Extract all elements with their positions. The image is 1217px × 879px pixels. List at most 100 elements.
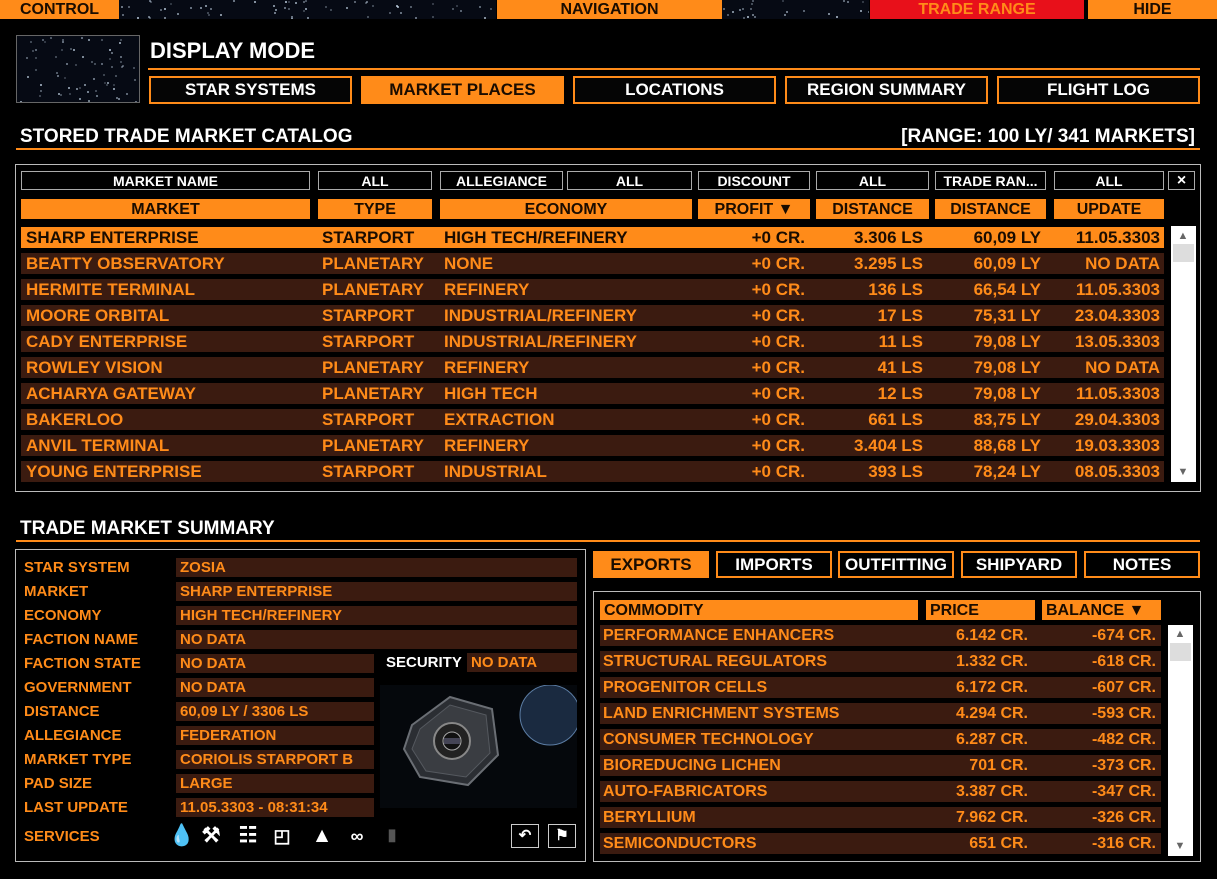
star-dot — [836, 16, 838, 18]
trade-range-tab[interactable]: TRADE RANGE — [870, 0, 1084, 19]
region-summary-button[interactable]: REGION SUMMARY — [785, 76, 988, 104]
commodity-name: LAND ENRICHMENT SYSTEMS — [603, 705, 840, 722]
table-row[interactable]: BAKERLOO STARPORT EXTRACTION +0 CR. 661 LS 83… — [21, 409, 1164, 430]
tab-exports[interactable]: EXPORTS — [593, 551, 709, 578]
star-dot — [365, 2, 367, 4]
market-places-button[interactable]: MARKET PLACES — [361, 76, 564, 104]
column-market[interactable]: MARKET — [21, 199, 310, 219]
cell-dist-ls: 3.306 LS — [854, 228, 923, 247]
header-starfield — [119, 0, 496, 19]
star-dot — [20, 101, 22, 102]
commodity-balance: -593 CR. — [1091, 705, 1156, 722]
column-update[interactable]: UPDATE — [1054, 199, 1164, 219]
column-economy[interactable]: ECONOMY — [440, 199, 692, 219]
bookmark-icon[interactable]: ⚑ — [548, 824, 576, 848]
tab-notes[interactable]: NOTES — [1084, 551, 1200, 578]
discount-filter-label[interactable]: DISCOUNT — [698, 171, 810, 190]
field-label: STAR SYSTEM — [24, 559, 130, 576]
star-dot — [847, 1, 849, 3]
commodity-row[interactable]: SEMICONDUCTORS 651 CR. -316 CR. — [600, 833, 1161, 854]
star-dot — [354, 1, 356, 3]
commodity-row[interactable]: STRUCTURAL REGULATORS 1.332 CR. -618 CR. — [600, 651, 1161, 672]
star-dot — [82, 56, 84, 58]
table-row[interactable]: ANVIL TERMINAL PLANETARY REFINERY +0 CR. 3.4… — [21, 435, 1164, 456]
star-dot — [79, 98, 81, 100]
flight-log-button[interactable]: FLIGHT LOG — [997, 76, 1200, 104]
table-row[interactable]: MOORE ORBITAL STARPORT INDUSTRIAL/REFINERY… — [21, 305, 1164, 326]
star-dot — [432, 3, 434, 5]
cell-market: ANVIL TERMINAL — [26, 436, 170, 455]
discount-filter[interactable]: ALL — [816, 171, 929, 190]
scroll-up-icon[interactable]: ▲ — [1170, 628, 1190, 640]
star-dot — [828, 13, 830, 15]
commodity-name: AUTO-FABRICATORS — [603, 783, 768, 800]
cell-dist-ly: 75,31 LY — [973, 306, 1041, 325]
star-dot — [73, 49, 75, 51]
star-dot — [128, 6, 130, 8]
table-row[interactable]: YOUNG ENTERPRISE STARPORT INDUSTRIAL +0 CR.… — [21, 461, 1164, 482]
scroll-down-icon[interactable]: ▼ — [1170, 840, 1190, 852]
commodity-row[interactable]: AUTO-FABRICATORS 3.387 CR. -347 CR. — [600, 781, 1161, 802]
star-dot — [68, 87, 70, 89]
commodity-row[interactable]: CONSUMER TECHNOLOGY 6.287 CR. -482 CR. — [600, 729, 1161, 750]
star-dot — [747, 16, 749, 18]
commodity-row[interactable]: PERFORMANCE ENHANCERS 6.142 CR. -674 CR. — [600, 625, 1161, 646]
allegiance-filter-label[interactable]: ALLEGIANCE — [440, 171, 563, 190]
commodity-row[interactable]: LAND ENRICHMENT SYSTEMS 4.294 CR. -593 CR. — [600, 703, 1161, 724]
column-profit[interactable]: PROFIT ▼ — [698, 199, 810, 219]
column-distance-ly[interactable]: DISTANCE — [935, 199, 1046, 219]
trade-range-filter-label[interactable]: TRADE RAN... — [935, 171, 1046, 190]
star-dot — [111, 66, 113, 68]
tab-shipyard[interactable]: SHIPYARD — [961, 551, 1077, 578]
locations-button[interactable]: LOCATIONS — [573, 76, 776, 104]
table-row[interactable]: ACHARYA GATEWAY PLANETARY HIGH TECH +0 CR. 1… — [21, 383, 1164, 404]
commodity-row[interactable]: PROGENITOR CELLS 6.172 CR. -607 CR. — [600, 677, 1161, 698]
column-type[interactable]: TYPE — [318, 199, 432, 219]
commodity-scrollbar-thumb[interactable] — [1170, 643, 1191, 661]
cell-type: PLANETARY — [322, 384, 424, 403]
cell-type: STARPORT — [322, 462, 415, 481]
table-row[interactable]: CADY ENTERPRISE STARPORT INDUSTRIAL/REFINE… — [21, 331, 1164, 352]
star-dot — [135, 101, 137, 102]
star-dot — [103, 74, 105, 76]
table-row[interactable]: HERMITE TERMINAL PLANETARY REFINERY +0 CR. 1… — [21, 279, 1164, 300]
cell-economy: REFINERY — [444, 436, 530, 455]
control-tab[interactable]: CONTROL — [0, 0, 119, 19]
scroll-down-icon[interactable]: ▼ — [1173, 466, 1193, 478]
trade-range-filter[interactable]: ALL — [1054, 171, 1164, 190]
tab-outfitting[interactable]: OUTFITTING — [838, 551, 954, 578]
column-commodity[interactable]: COMMODITY — [600, 600, 918, 620]
route-icon[interactable]: ↶ — [511, 824, 539, 848]
tab-imports[interactable]: IMPORTS — [716, 551, 832, 578]
star-dot — [40, 90, 42, 92]
commodity-row[interactable]: BERYLLIUM 7.962 CR. -326 CR. — [600, 807, 1161, 828]
scroll-up-icon[interactable]: ▲ — [1173, 230, 1193, 242]
column-distance-ls[interactable]: DISTANCE — [816, 199, 929, 219]
star-dot — [35, 49, 37, 51]
table-row[interactable]: BEATTY OBSERVATORY PLANETARY NONE +0 CR. 3.2… — [21, 253, 1164, 274]
star-dot — [288, 1, 290, 3]
market-name-filter[interactable]: MARKET NAME — [21, 171, 310, 190]
table-row[interactable]: SHARP ENTERPRISE STARPORT HIGH TECH/REFINE… — [21, 227, 1164, 248]
allegiance-filter[interactable]: ALL — [567, 171, 692, 190]
catalog-scrollbar[interactable] — [1171, 226, 1196, 482]
star-dot — [456, 5, 458, 7]
header-starfield-2 — [722, 0, 869, 19]
type-filter[interactable]: ALL — [318, 171, 432, 190]
star-systems-button[interactable]: STAR SYSTEMS — [149, 76, 352, 104]
column-price[interactable]: PRICE — [926, 600, 1035, 620]
catalog-scrollbar-thumb[interactable] — [1173, 244, 1194, 262]
navigation-tab[interactable]: NAVIGATION — [497, 0, 722, 19]
commodity-balance: -482 CR. — [1091, 731, 1156, 748]
field-label: ECONOMY — [24, 607, 102, 624]
column-balance[interactable]: BALANCE ▼ — [1042, 600, 1161, 620]
table-row[interactable]: ROWLEY VISION PLANETARY REFINERY +0 CR. 41 L… — [21, 357, 1164, 378]
star-dot — [275, 9, 277, 11]
catalog-range-info: [RANGE: 100 LY/ 341 MARKETS] — [901, 126, 1195, 147]
commodity-row[interactable]: BIOREDUCING LICHEN 701 CR. -373 CR. — [600, 755, 1161, 776]
divider — [16, 540, 1200, 542]
star-dot — [295, 2, 297, 4]
clear-filters-button[interactable]: × — [1168, 171, 1195, 190]
hide-button[interactable]: HIDE — [1088, 0, 1217, 19]
star-dot — [786, 11, 788, 13]
